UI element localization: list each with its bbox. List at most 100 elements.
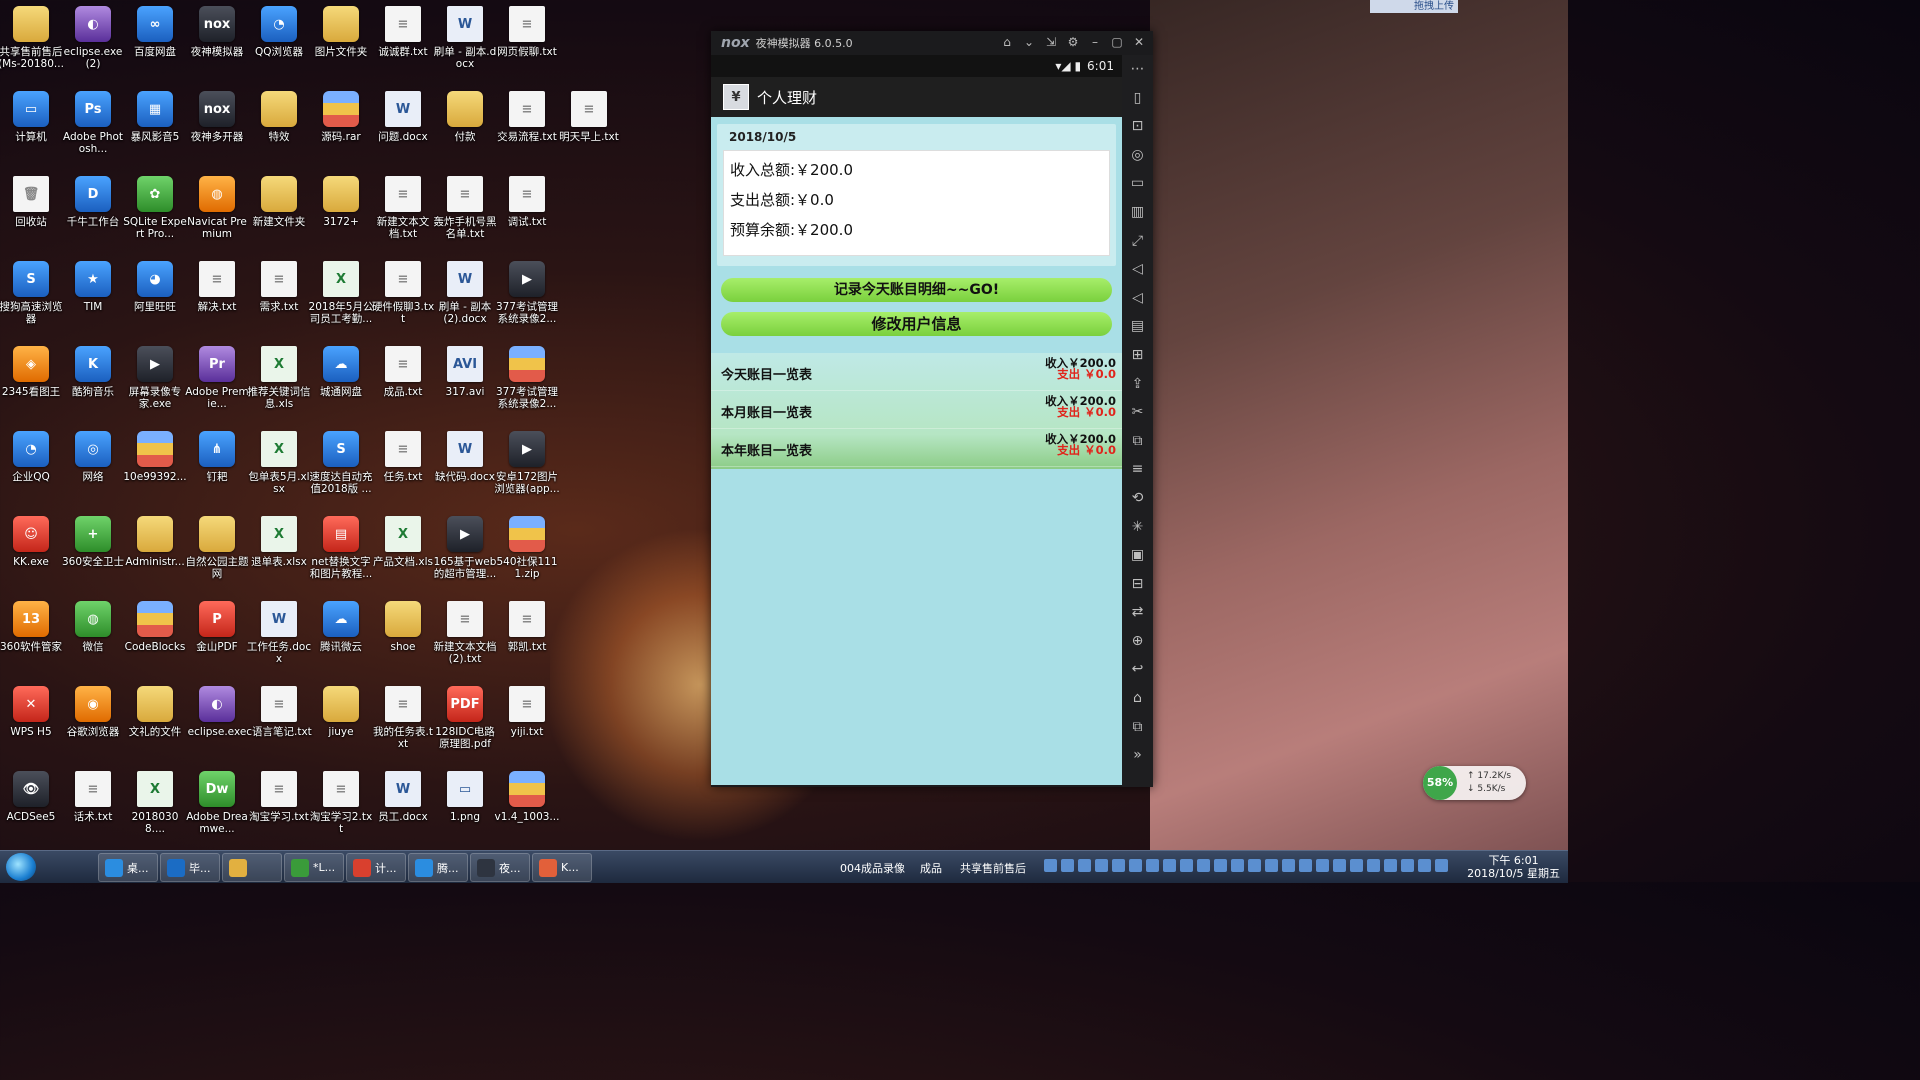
desktop-icon[interactable]: jiuye [310,680,372,765]
desktop-icon[interactable]: ≡ 新建文本文档.txt [372,170,434,255]
desktop-icon[interactable]: ∞ 百度网盘 [124,0,186,85]
desktop-icon[interactable]: ≡ 网页假聊.txt [496,0,558,85]
desktop-icon[interactable]: ▶ 屏幕录像专家.exe [124,340,186,425]
sidebar-tool-icon[interactable]: ⊡ [1132,112,1144,141]
desktop-icon[interactable]: ≡ 我的任务表.txt [372,680,434,765]
desktop-icon[interactable]: ≡ 淘宝学习.txt [248,765,310,850]
desktop-icon[interactable]: Administr... [124,510,186,595]
desktop-icon[interactable]: S 搜狗高速浏览器 [0,255,63,340]
desktop-icon[interactable]: 10e99392... [123,425,187,510]
desktop-icon[interactable]: nox 夜神模拟器 [186,0,248,85]
desktop-icon[interactable]: ≡ 硬件假聊3.txt [372,255,434,340]
pin-icon[interactable]: ⇲ [1045,35,1057,49]
sidebar-tool-icon[interactable]: ⌂ [1133,684,1142,713]
desktop-icon[interactable]: ◍ Navicat Premium [186,170,248,255]
desktop-icon[interactable]: CodeBlocks [124,595,186,680]
sidebar-tool-icon[interactable]: ▥ [1131,198,1144,227]
sidebar-tool-icon[interactable]: ⇪ [1132,370,1144,399]
clock[interactable]: 下午 6:01 2018/10/5 星期五 [1467,854,1560,880]
edit-user-button[interactable]: 修改用户信息 [721,312,1112,336]
desktop-icon[interactable]: v1.4_1003... [495,765,559,850]
desktop-icon[interactable]: ≡ 轰炸手机号黑名单.txt [434,170,497,255]
desktop-icon[interactable]: X 20180308.... [124,765,186,850]
desktop-icon[interactable]: W 刷单 - 副本.docx [434,0,496,85]
desktop-icon[interactable]: 13 360软件管家 [0,595,62,680]
sidebar-tool-icon[interactable]: ⇄ [1132,598,1144,627]
desktop-icon[interactable]: ≡ 新建文本文档(2).txt [434,595,497,680]
chevron-down-icon[interactable]: ⌄ [1023,35,1035,49]
toolbar-link[interactable]: 共享售前售后 [960,860,1026,876]
list-item[interactable]: 本月账目一览表 收入￥200.0 支出 ￥0.0 [711,391,1122,429]
desktop-icon[interactable]: 付款 [434,85,496,170]
desktop-icon[interactable]: ≡ 任务.txt [372,425,434,510]
desktop-icon[interactable]: ≡ 需求.txt [248,255,310,340]
desktop-icon[interactable]: ≡ 话术.txt [62,765,124,850]
sidebar-tool-icon[interactable]: ◁ [1132,284,1143,313]
sidebar-tool-icon[interactable]: ⟲ [1132,484,1144,513]
sidebar-tool-icon[interactable]: ≡ [1132,455,1144,484]
desktop-icon[interactable]: ≡ c语言笔记.txt [246,680,312,765]
desktop-icon[interactable]: PDF 128IDC电路原理图.pdf [434,680,496,765]
minimize-icon[interactable]: – [1089,35,1101,49]
desktop-icon[interactable]: ▭ 1.png [434,765,496,850]
desktop-icon[interactable]: ☺ KK.exe [0,510,62,595]
sidebar-tool-icon[interactable]: ⊞ [1132,341,1144,370]
desktop-icon[interactable]: ≡ 淘宝学习2.txt [310,765,372,850]
desktop-icon[interactable]: ≡ 交易流程.txt [496,85,558,170]
list-item[interactable]: 今天账目一览表 收入￥200.0 支出 ￥0.0 [711,353,1122,391]
desktop-icon[interactable]: X 产品文档.xls [372,510,434,595]
sidebar-tool-icon[interactable]: ▯ [1134,84,1142,113]
emulator-titlebar[interactable]: nox 夜神模拟器 6.0.5.0 ⌂ ⌄ ⇲ ⚙ – ▢ ✕ [711,31,1153,55]
gear-icon[interactable]: ⚙ [1067,35,1079,49]
toolbar-link[interactable]: 004成品录像 [840,860,905,876]
desktop-icon[interactable]: 自然公园主题网 [186,510,249,595]
desktop-icon[interactable]: 🗑 回收站 [0,170,62,255]
sidebar-tool-icon[interactable]: ⋯ [1131,55,1145,84]
desktop-icon[interactable]: W 刷单 - 副本 (2).docx [434,255,496,340]
desktop-icon[interactable]: 👁 ACDSee5 [0,765,62,850]
desktop-icon[interactable]: ▭ 计算机 [0,85,62,170]
desktop-icon[interactable]: nox 夜神多开器 [186,85,248,170]
sidebar-tool-icon[interactable]: ⧉ [1133,713,1143,742]
taskbar-item[interactable]: 腾... [408,853,468,882]
desktop-icon[interactable]: W 缺代码.docx [434,425,496,510]
desktop-icon[interactable]: 540社保1111.zip [496,510,558,595]
taskbar-item[interactable]: 桌... [98,853,158,882]
desktop-icon[interactable]: ◈ 2345看图王 [0,340,62,425]
desktop-icon[interactable]: ◉ 谷歌浏览器 [62,680,124,765]
taskbar-item[interactable]: K... [532,853,592,882]
desktop-icon[interactable]: 特效 [248,85,310,170]
desktop-icon[interactable]: X 推荐关键词信息.xls [248,340,311,425]
desktop-icon[interactable]: 文礼的文件 [124,680,186,765]
desktop-icon[interactable]: X 退单表.xlsx [248,510,310,595]
sidebar-tool-icon[interactable]: ✳ [1132,513,1144,542]
desktop-icon[interactable]: ▶ 165基于web的超市管理... [434,510,496,595]
sidebar-tool-icon[interactable]: ⊕ [1132,627,1144,656]
taskbar-item[interactable]: *L... [284,853,344,882]
desktop-icon[interactable]: ≡ yiji.txt [496,680,558,765]
network-speed-widget[interactable]: 58% ↑ 17.2K/s ↓ 5.5K/s [1423,766,1526,800]
desktop-icon[interactable]: shoe [372,595,434,680]
desktop-icon[interactable]: P 金山PDF [186,595,248,680]
desktop-icon[interactable]: ≡ 调试.txt [496,170,558,255]
desktop-icon[interactable]: ☁ 腾讯微云 [310,595,372,680]
record-today-button[interactable]: 记录今天账目明细~~GO! [721,278,1112,302]
taskbar-item[interactable] [222,853,282,882]
sidebar-tool-icon[interactable]: ▤ [1131,312,1144,341]
desktop-icon[interactable]: 图片文件夹 [310,0,372,85]
desktop-icon[interactable]: ◎ 网络 [62,425,124,510]
desktop-icon[interactable]: D 千牛工作台 [62,170,124,255]
desktop-icon[interactable]: 新建文件夹 [248,170,310,255]
desktop-icon[interactable]: ◕ 阿里旺旺 [124,255,186,340]
desktop-icon[interactable]: ≡ 成品.txt [372,340,434,425]
sidebar-tool-icon[interactable]: ⊟ [1132,570,1144,599]
desktop-icon[interactable]: ≡ 郭凯.txt [496,595,558,680]
sidebar-tool-icon[interactable]: ◎ [1131,141,1143,170]
taskbar-item[interactable]: 夜... [470,853,530,882]
taskbar-item[interactable]: 毕... [160,853,220,882]
home-icon[interactable]: ⌂ [1001,35,1013,49]
sidebar-tool-icon[interactable]: ⧉ [1133,427,1143,456]
desktop-icon[interactable]: S 速度达自动充值2018版 ... [310,425,373,510]
desktop-icon[interactable]: W 工作任务.docx [247,595,311,680]
desktop-icon[interactable]: X 2018年5月公司员工考勤... [309,255,373,340]
